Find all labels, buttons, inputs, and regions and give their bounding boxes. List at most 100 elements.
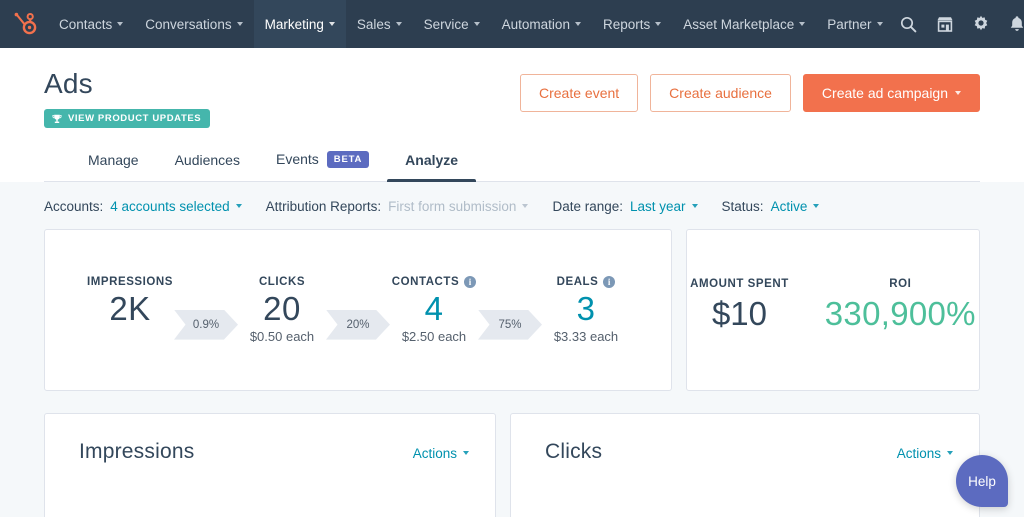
help-button[interactable]: Help	[956, 455, 1008, 507]
nav-item-label: Partner	[827, 16, 872, 32]
page-title: Ads	[44, 68, 93, 99]
chevron-down-icon	[947, 451, 953, 456]
search-icon[interactable]	[894, 9, 924, 39]
create-ad-campaign-label: Create ad campaign	[821, 85, 948, 101]
chevron-down-icon	[328, 22, 335, 26]
help-button-label: Help	[968, 473, 996, 489]
create-ad-campaign-button[interactable]: Create ad campaign	[802, 74, 980, 112]
marketplace-icon[interactable]	[930, 9, 960, 39]
metric-sub: $3.33 each	[553, 328, 619, 344]
chevron-down-icon	[955, 91, 961, 95]
metric-label-text: CONTACTS	[391, 275, 460, 288]
filter-date-range: Date range: Last year	[552, 199, 698, 214]
view-product-updates-badge[interactable]: VIEW PRODUCT UPDATES	[44, 109, 211, 129]
tab-bar: Manage Audiences Events BETA Analyze	[44, 128, 980, 182]
page-header-row: Ads VIEW PRODUCT UPDATES Create event Cr…	[44, 68, 980, 129]
nav-right-cluster	[894, 0, 1024, 48]
create-audience-label: Create audience	[669, 85, 772, 101]
nav-item-reports[interactable]: Reports	[592, 0, 672, 48]
metric-contacts: CONTACTS i 4 $2.50 each	[386, 275, 482, 344]
nav-item-label: Service	[423, 16, 469, 32]
chevron-down-icon	[395, 22, 402, 26]
amount-spent-block: AMOUNT SPENT $10	[690, 277, 789, 336]
tab-analyze[interactable]: Analyze	[387, 144, 477, 182]
filter-attribution-reports: Attribution Reports: First form submissi…	[266, 199, 529, 214]
metric-label: IMPRESSIONS	[87, 276, 173, 288]
nav-item-service[interactable]: Service	[413, 0, 491, 48]
accounts-dropdown[interactable]: 4 accounts selected	[110, 198, 242, 214]
roi-label: ROI	[889, 278, 912, 291]
info-icon[interactable]: i	[603, 275, 616, 288]
conversion-funnel: IMPRESSIONS 2K 0.9% CLICKS 20 $0.50 each…	[45, 275, 671, 344]
clicks-chart-card: Clicks Actions	[510, 412, 980, 517]
chevron-down-icon	[236, 22, 243, 26]
accounts-dropdown-value: 4 accounts selected	[110, 198, 230, 214]
tab-events[interactable]: Events BETA	[258, 143, 387, 181]
hubspot-logo[interactable]	[0, 0, 48, 48]
nav-item-label: Asset Marketplace	[683, 16, 795, 32]
roi-value: 330,900%	[824, 295, 976, 333]
metric-label-text: DEALS	[556, 275, 599, 288]
status-value: Active	[770, 198, 808, 214]
trophy-icon	[52, 114, 62, 123]
tab-audiences[interactable]: Audiences	[157, 144, 258, 181]
date-range-dropdown[interactable]: Last year	[630, 199, 698, 214]
conversion-rate-contacts-to-deals: 75%	[478, 309, 542, 340]
chevron-down-icon	[655, 22, 662, 26]
tab-manage[interactable]: Manage	[70, 144, 157, 181]
metric-sub: $2.50 each	[401, 328, 467, 344]
impressions-chart-title: Impressions	[79, 439, 195, 463]
chevron-down-icon	[813, 204, 820, 209]
actions-label: Actions	[896, 445, 941, 461]
nav-item-partner[interactable]: Partner	[816, 0, 893, 48]
chart-cards-row: Impressions Actions Clicks Actions	[0, 391, 1024, 517]
info-icon[interactable]: i	[464, 275, 477, 288]
funnel-metrics-card: IMPRESSIONS 2K 0.9% CLICKS 20 $0.50 each…	[44, 228, 672, 391]
chevron-down-icon	[522, 204, 529, 209]
tab-label: Manage	[88, 151, 139, 168]
metric-value: 2K	[109, 289, 151, 327]
chevron-down-icon	[876, 22, 883, 26]
attribution-reports-dropdown[interactable]: First form submission	[388, 198, 529, 214]
notifications-bell-icon[interactable]	[1002, 9, 1024, 39]
beta-badge: BETA	[326, 150, 370, 168]
filter-accounts: Accounts: 4 accounts selected	[44, 199, 242, 214]
roi-summary-card: AMOUNT SPENT $10 ROI 330,900%	[686, 228, 980, 391]
create-event-label: Create event	[539, 85, 620, 101]
amount-spent-label: AMOUNT SPENT	[690, 278, 789, 291]
chevron-down-icon	[691, 204, 698, 209]
filter-label: Accounts:	[44, 198, 104, 214]
create-event-button[interactable]: Create event	[520, 74, 639, 112]
nav-item-marketing[interactable]: Marketing	[253, 0, 346, 48]
impressions-chart-card: Impressions Actions	[44, 412, 496, 517]
metric-clicks: CLICKS 20 $0.50 each	[234, 276, 330, 344]
settings-gear-icon[interactable]	[966, 9, 996, 39]
roi-inner: AMOUNT SPENT $10 ROI 330,900%	[690, 277, 976, 342]
impressions-actions-dropdown[interactable]: Actions	[413, 446, 469, 461]
attribution-reports-value: First form submission	[388, 198, 517, 214]
nav-item-automation[interactable]: Automation	[491, 0, 592, 48]
nav-item-asset-marketplace[interactable]: Asset Marketplace	[672, 0, 816, 48]
nav-item-label: Contacts	[59, 16, 113, 32]
chevron-down-icon	[473, 22, 480, 26]
conversion-rate-impressions-to-clicks: 0.9%	[174, 309, 238, 340]
conversion-rate-clicks-to-contacts: 20%	[326, 309, 390, 340]
actions-label: Actions	[412, 445, 457, 461]
nav-item-sales[interactable]: Sales	[346, 0, 413, 48]
filter-bar: Accounts: 4 accounts selected Attributio…	[0, 182, 1024, 229]
clicks-actions-dropdown[interactable]: Actions	[897, 446, 953, 461]
status-dropdown[interactable]: Active	[771, 199, 820, 214]
tab-label: Analyze	[405, 151, 459, 168]
create-audience-button[interactable]: Create audience	[650, 74, 791, 112]
updates-badge-label: VIEW PRODUCT UPDATES	[68, 113, 202, 125]
metric-label: DEALS i	[556, 275, 616, 288]
page-title-block: Ads VIEW PRODUCT UPDATES	[44, 68, 211, 129]
metric-value: 4	[424, 289, 444, 327]
chevron-down-icon	[463, 451, 469, 456]
nav-item-label: Reports	[602, 16, 651, 32]
nav-item-conversations[interactable]: Conversations	[134, 0, 253, 48]
metric-label-text: CLICKS	[258, 275, 306, 288]
metric-sub: $0.50 each	[249, 328, 315, 344]
metric-value: 20	[263, 289, 301, 327]
nav-item-contacts[interactable]: Contacts	[48, 0, 134, 48]
